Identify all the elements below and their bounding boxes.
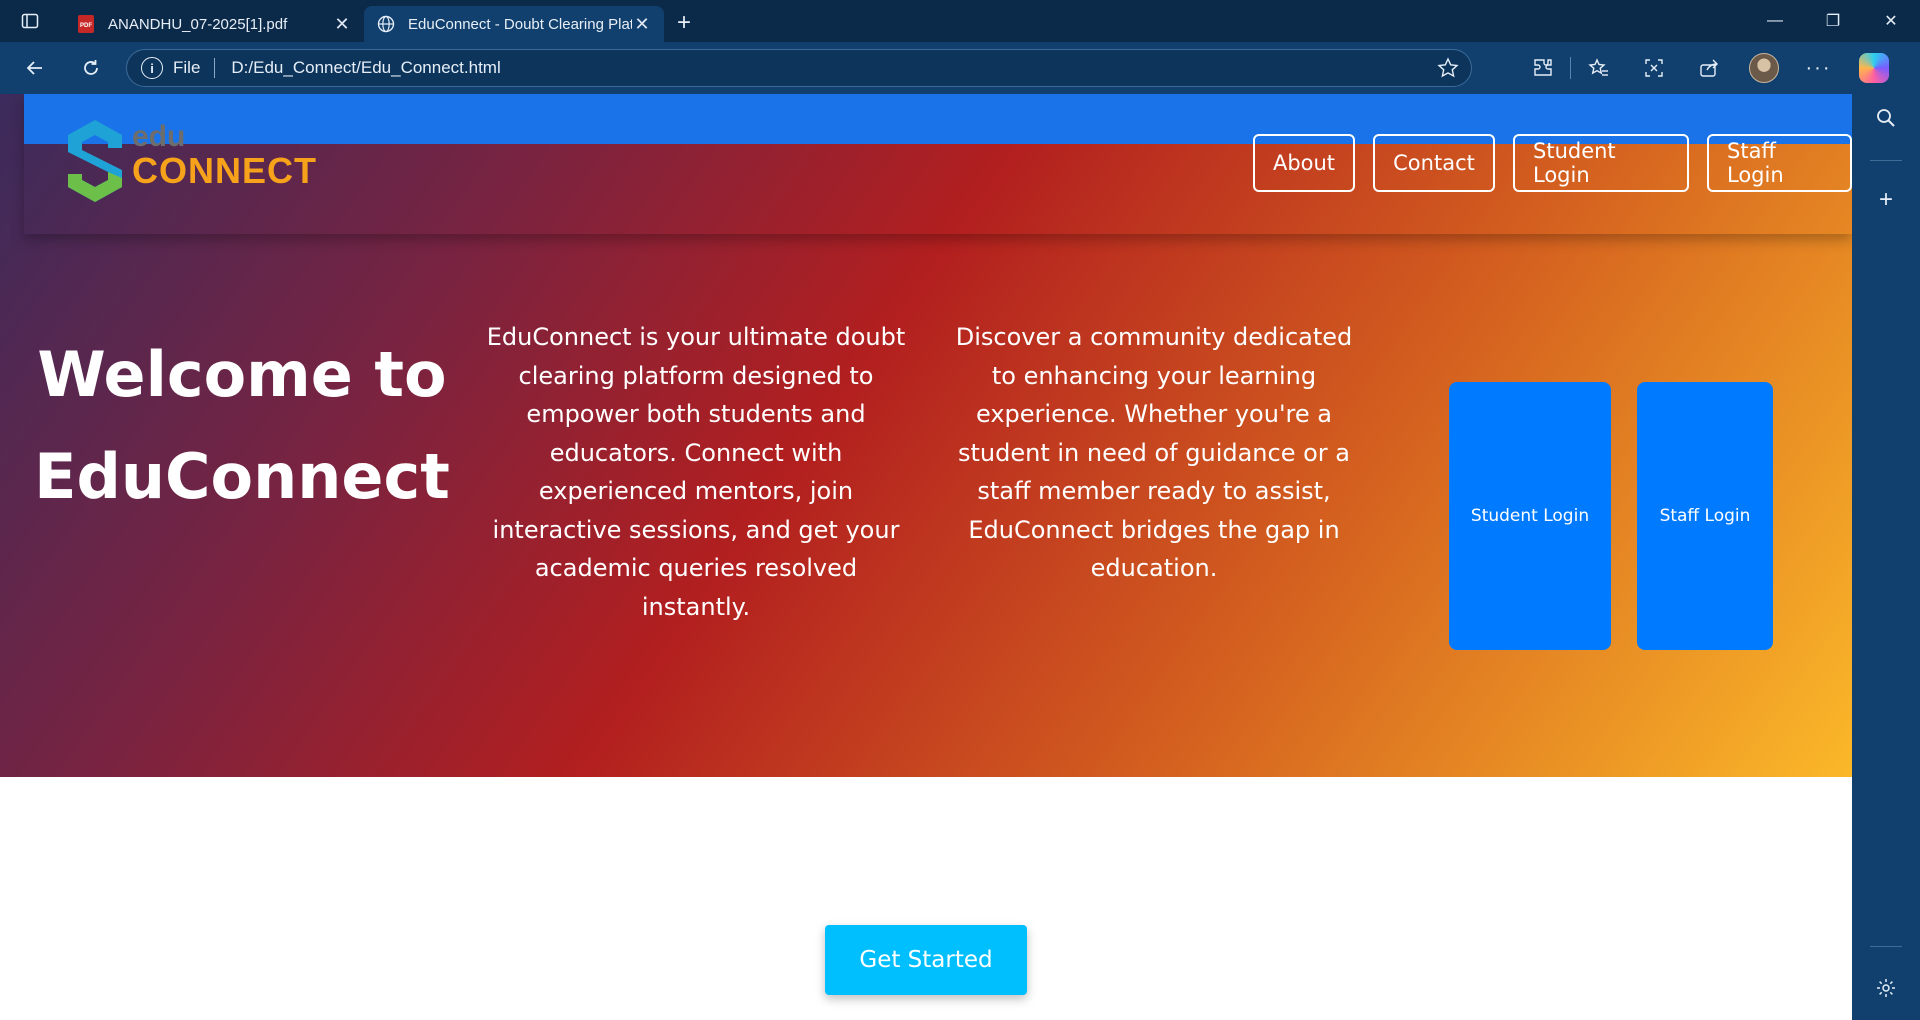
refresh-icon	[84, 60, 98, 75]
close-window-icon[interactable]: ✕	[1862, 0, 1920, 42]
new-tab-button[interactable]: +	[664, 5, 704, 41]
window-controls: — ❐ ✕	[1746, 0, 1920, 42]
refresh-button[interactable]	[63, 42, 119, 94]
student-login-card[interactable]: Student Login	[1449, 382, 1611, 650]
search-icon[interactable]	[1852, 94, 1920, 142]
toolbar-icons: ···	[1515, 42, 1901, 94]
address-field[interactable]: i File D:/Edu_Connect/Edu_Connect.html	[126, 49, 1472, 87]
nav-staff-login-button[interactable]: Staff Login	[1707, 134, 1852, 192]
url-text: D:/Edu_Connect/Edu_Connect.html	[231, 58, 501, 77]
staff-login-card[interactable]: Staff Login	[1637, 382, 1773, 650]
hero-heading-line1: Welcome to	[37, 338, 447, 411]
page-viewport: edu CONNECT About Contact Student Login …	[0, 94, 1852, 1020]
logo-connect-text: CONNECT	[132, 150, 317, 191]
tab-title: EduConnect - Doubt Clearing Plat	[408, 15, 632, 33]
nav-about-button[interactable]: About	[1253, 134, 1355, 192]
copilot-icon[interactable]	[1846, 42, 1901, 94]
nav-links: About Contact Student Login Staff Login	[1253, 134, 1852, 192]
tab-educonnect[interactable]: EduConnect - Doubt Clearing Plat ✕	[364, 6, 664, 42]
browser-sidebar: +	[1852, 94, 1920, 1020]
hero-heading-line2: EduConnect	[34, 440, 450, 513]
globe-icon	[376, 14, 396, 34]
back-arrow-icon	[26, 61, 42, 75]
svg-text:PDF: PDF	[80, 23, 92, 29]
profile-avatar[interactable]	[1736, 42, 1791, 94]
nav-contact-button[interactable]: Contact	[1373, 134, 1495, 192]
screenshot-icon[interactable]	[1626, 42, 1681, 94]
tab-strip: PDF ANANDHU_07-2025[1].pdf ✕ EduConnect …	[0, 0, 1920, 42]
divider	[1870, 946, 1902, 947]
hero-paragraph-2: Discover a community dedicated to enhanc…	[955, 323, 1353, 582]
favorite-star-icon[interactable]	[1437, 57, 1459, 84]
tab-actions-button[interactable]	[10, 0, 50, 42]
back-button[interactable]	[7, 42, 63, 94]
share-icon[interactable]	[1681, 42, 1736, 94]
avatar	[1748, 53, 1779, 83]
pdf-icon: PDF	[76, 14, 96, 34]
extensions-icon[interactable]	[1515, 42, 1570, 94]
gear-icon[interactable]	[1852, 964, 1920, 1012]
minimize-icon[interactable]: —	[1746, 0, 1804, 42]
hero-paragraph-1: EduConnect is your ultimate doubt cleari…	[486, 323, 906, 621]
site-navbar: edu CONNECT About Contact Student Login …	[24, 94, 1852, 234]
divider	[1870, 160, 1902, 161]
more-options-icon[interactable]: ···	[1791, 42, 1846, 94]
restore-icon[interactable]: ❐	[1804, 0, 1862, 42]
nav-student-login-button[interactable]: Student Login	[1513, 134, 1689, 192]
hero-section: edu CONNECT About Contact Student Login …	[0, 94, 1852, 777]
favorites-icon[interactable]	[1571, 42, 1626, 94]
url-scheme: File	[173, 58, 201, 77]
close-tab-icon[interactable]: ✕	[632, 14, 652, 34]
copilot-logo	[1858, 53, 1889, 83]
site-logo[interactable]: edu CONNECT	[64, 118, 316, 208]
divider	[214, 58, 216, 78]
site-info-icon[interactable]: i	[141, 57, 163, 79]
tab-pdf[interactable]: PDF ANANDHU_07-2025[1].pdf ✕	[64, 6, 364, 42]
tab-actions-icon	[21, 13, 39, 29]
logo-icon	[68, 120, 122, 202]
add-icon[interactable]: +	[1852, 176, 1920, 224]
close-tab-icon[interactable]: ✕	[332, 14, 352, 34]
get-started-button[interactable]: Get Started	[825, 925, 1027, 995]
address-toolbar: i File D:/Edu_Connect/Edu_Connect.html ·…	[0, 42, 1920, 94]
hero-heading: Welcome to EduConnect	[22, 324, 462, 528]
tab-title: ANANDHU_07-2025[1].pdf	[108, 15, 288, 33]
logo-edu-text: edu	[132, 120, 186, 153]
